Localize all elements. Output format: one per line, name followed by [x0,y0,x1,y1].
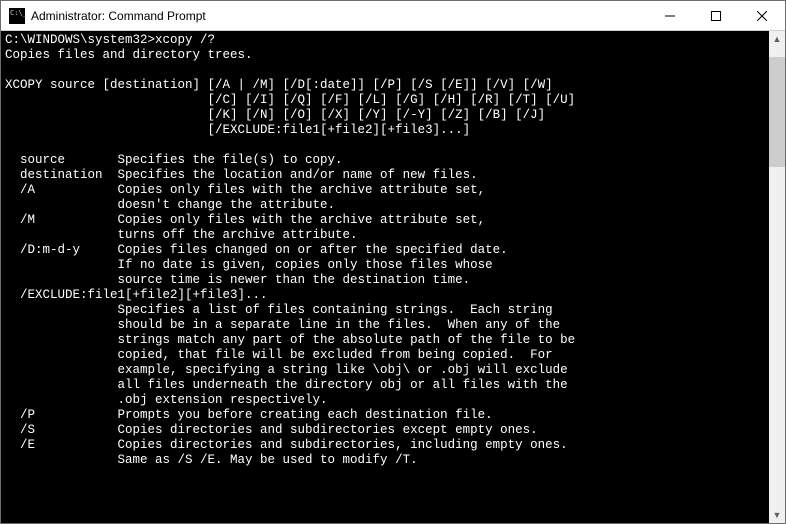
cmd-icon [9,8,25,24]
scroll-down-arrow[interactable]: ▼ [769,507,785,523]
close-button[interactable] [739,1,785,30]
console-area: C:\WINDOWS\system32>xcopy /? Copies file… [1,31,785,523]
window-title: Administrator: Command Prompt [31,9,647,23]
maximize-button[interactable] [693,1,739,30]
command-prompt-window: Administrator: Command Prompt C:\WINDOWS… [0,0,786,524]
scroll-up-arrow[interactable]: ▲ [769,31,785,47]
window-controls [647,1,785,30]
scroll-thumb[interactable] [769,57,785,167]
console-output[interactable]: C:\WINDOWS\system32>xcopy /? Copies file… [1,31,769,523]
vertical-scrollbar[interactable]: ▲ ▼ [769,31,785,523]
minimize-button[interactable] [647,1,693,30]
titlebar[interactable]: Administrator: Command Prompt [1,1,785,31]
